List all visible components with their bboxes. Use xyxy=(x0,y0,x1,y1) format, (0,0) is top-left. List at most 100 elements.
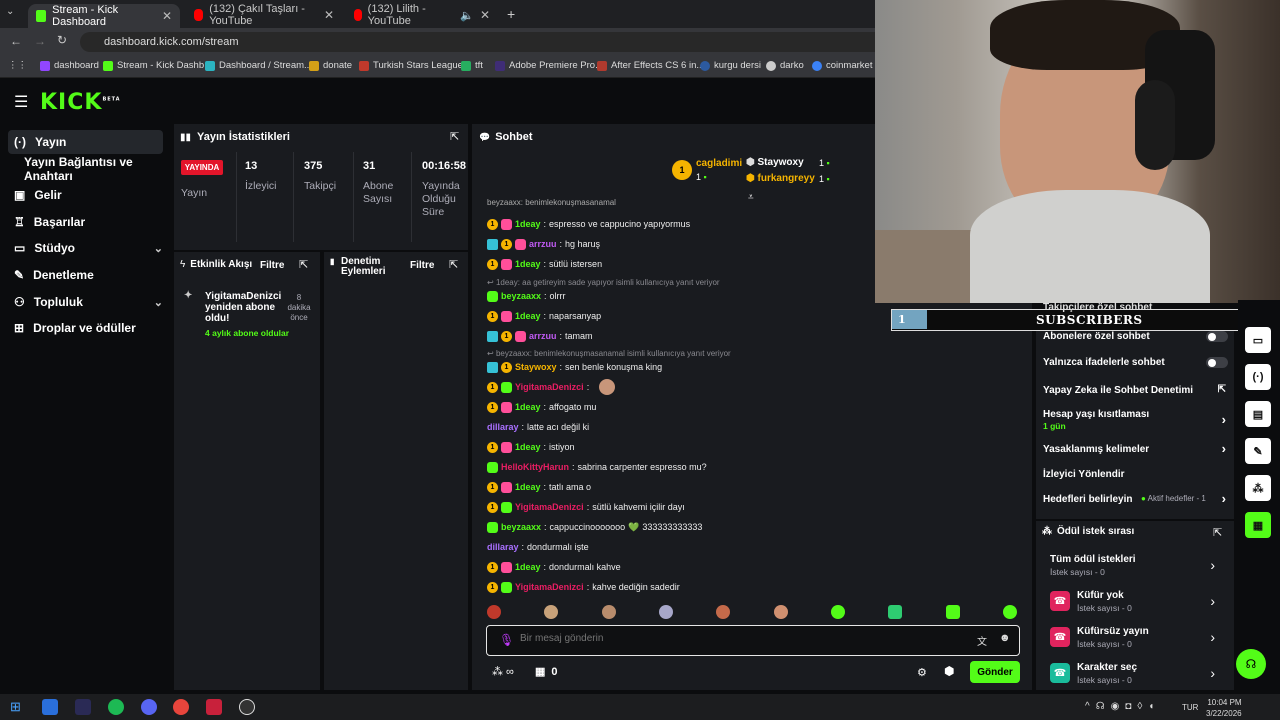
apps-icon[interactable]: ⋮⋮ xyxy=(8,60,27,71)
windows-start-icon[interactable]: ⊞ xyxy=(10,699,21,715)
subs-only-toggle[interactable] xyxy=(1206,331,1228,342)
chat-username[interactable]: Staywoxy xyxy=(515,362,557,372)
emotes-only-toggle[interactable] xyxy=(1206,357,1228,368)
channel-points[interactable]: ⁂ ∞ xyxy=(492,665,514,679)
emote-icon[interactable] xyxy=(544,605,559,619)
bookmark-item[interactable]: donate xyxy=(309,60,352,71)
tab-search-icon[interactable]: ⌄ xyxy=(6,6,14,17)
top-gifter-1[interactable]: cagladimi xyxy=(696,158,742,169)
kick-logo[interactable]: KICKBETA xyxy=(40,90,121,115)
system-tray-icons[interactable]: ^☊◉◘◊◖ xyxy=(1085,701,1160,712)
viewer-redirect-row[interactable]: İzleyici Yönlendir xyxy=(1043,468,1228,481)
spotify-icon[interactable] xyxy=(108,699,124,715)
emote-icon[interactable] xyxy=(945,605,960,619)
chat-username[interactable]: arrzuu xyxy=(529,239,557,249)
bookmark-item[interactable]: After Effects CS 6 in... xyxy=(597,60,704,71)
chrome-icon[interactable] xyxy=(173,699,189,715)
chevron-right-icon[interactable]: › xyxy=(1210,629,1215,645)
emote-icon[interactable] xyxy=(1002,605,1017,619)
goals-row[interactable]: Hedefleri belirleyin ● Aktif hedefler - … xyxy=(1043,491,1228,506)
discord-icon[interactable] xyxy=(141,699,157,715)
chat-username[interactable]: 1deay xyxy=(515,482,541,492)
reward-item[interactable]: ☎ Küfürsüz yayın İstek sayısı - 0 › xyxy=(1050,625,1225,649)
sidebar-item-yayin[interactable]: (·) Yayın xyxy=(8,130,163,154)
clock[interactable]: 10:04 PM 3/22/2026 xyxy=(1206,697,1242,719)
chat-username[interactable]: beyzaaxx xyxy=(501,291,541,301)
top-gifter-3[interactable]: ⬢ furkangreyy xyxy=(746,173,815,184)
forward-icon[interactable]: → xyxy=(34,34,46,48)
new-tab-icon[interactable]: + xyxy=(507,6,515,22)
bookmark-item[interactable]: Stream - Kick Dashb... xyxy=(103,60,212,71)
popout-icon[interactable]: ⇱ xyxy=(1213,526,1222,539)
wrench-tool-icon[interactable]: ✎ xyxy=(1245,438,1271,464)
microphone-icon[interactable]: 🎙 xyxy=(499,633,514,647)
chevron-right-icon[interactable]: › xyxy=(1210,593,1215,609)
tab-youtube-1[interactable]: (132) Çakıl Taşları - YouTube ✕ xyxy=(186,3,342,27)
reward-item[interactable]: ☎ Karakter seç İstek sayısı - 0 › xyxy=(1050,661,1225,685)
translate-icon[interactable]: 文 xyxy=(977,633,987,648)
reward-item[interactable]: ☎ Küfür yok İstek sayısı - 0 › xyxy=(1050,589,1225,613)
chat-input[interactable] xyxy=(520,633,920,644)
broadcast-tool-icon[interactable]: (·) xyxy=(1245,364,1271,390)
gift-counter[interactable]: ▦ 0 xyxy=(535,665,558,679)
chat-username[interactable]: YigitamaDenizci xyxy=(515,582,584,592)
clapper-tool-icon[interactable]: ▦ xyxy=(1245,512,1271,538)
tab-youtube-2[interactable]: (132) Lilith - YouTube 🔈 ✕ xyxy=(346,3,498,27)
top-gifter-2[interactable]: ⬢ Staywoxy xyxy=(746,157,804,168)
subs-only-row[interactable]: Abonelere özel sohbet xyxy=(1043,330,1228,343)
sidebar-item-droplar[interactable]: ⊞ Droplar ve ödüller xyxy=(8,316,163,340)
emote-icon[interactable] xyxy=(888,605,903,619)
chat-username[interactable]: 1deay xyxy=(515,259,541,269)
bookmark-item[interactable]: Dashboard / Stream... xyxy=(205,60,312,71)
emote-icon[interactable] xyxy=(487,605,501,619)
emote-icon[interactable] xyxy=(601,605,616,619)
sidebar-item-studyo[interactable]: ▭ Stüdyo ⌄ xyxy=(8,236,163,260)
chat-username[interactable]: beyzaaxx xyxy=(501,522,541,532)
bookmark-item[interactable]: dashboard xyxy=(40,60,99,71)
account-age-row[interactable]: Hesap yaşı kısıtlaması › xyxy=(1043,408,1228,427)
close-icon[interactable]: ✕ xyxy=(480,8,490,22)
help-icon[interactable]: ☊ xyxy=(1236,649,1266,679)
emoji-icon[interactable]: ☻ xyxy=(999,632,1011,644)
language-indicator[interactable]: TUR xyxy=(1182,703,1198,712)
popout-icon[interactable]: ⇱ xyxy=(299,258,308,271)
back-icon[interactable]: ← xyxy=(10,34,22,48)
obs-icon[interactable] xyxy=(239,699,255,715)
activity-filter-button[interactable]: Filtre xyxy=(260,260,284,271)
emote-icon[interactable] xyxy=(716,605,731,619)
emote-icon[interactable] xyxy=(773,605,788,619)
close-icon[interactable]: ✕ xyxy=(162,9,172,23)
clipboard-tool-icon[interactable]: ▤ xyxy=(1245,401,1271,427)
popout-icon[interactable]: ⇱ xyxy=(449,258,458,271)
bookmark-item[interactable]: coinmarket xyxy=(812,60,872,71)
sidebar-item-topluluk[interactable]: ⚇ Topluluk ⌄ xyxy=(8,290,163,314)
close-icon[interactable]: ✕ xyxy=(324,8,334,22)
emote-icon[interactable] xyxy=(830,605,845,619)
reward-all-row[interactable]: Tüm ödül istekleri İstek sayısı - 0 › xyxy=(1050,553,1225,577)
banned-words-row[interactable]: Yasaklanmış kelimeler › xyxy=(1043,441,1228,456)
chat-username[interactable]: 1deay xyxy=(515,562,541,572)
chat-input-box[interactable]: 🎙 文 ☻ xyxy=(486,625,1020,656)
chat-tool-icon[interactable]: ▭ xyxy=(1245,327,1271,353)
chat-username[interactable]: 1deay xyxy=(515,442,541,452)
chat-username[interactable]: YigitamaDenizci xyxy=(515,502,584,512)
chat-username[interactable]: dillaray xyxy=(487,542,519,552)
settings-icon[interactable]: ⚙ xyxy=(917,666,927,679)
chat-username[interactable]: HelloKittyHarun xyxy=(501,462,569,472)
chat-username[interactable]: dillaray xyxy=(487,422,519,432)
chat-username[interactable]: 1deay xyxy=(515,311,541,321)
send-button[interactable]: Gönder xyxy=(970,661,1020,683)
bookmark-item[interactable]: tft xyxy=(461,60,483,71)
app-icon[interactable] xyxy=(206,699,222,715)
chat-username[interactable]: YigitamaDenizci xyxy=(515,382,584,392)
tab-kick-dashboard[interactable]: Stream - Kick Dashboard ✕ xyxy=(28,4,180,28)
points-tool-icon[interactable]: ⁂ xyxy=(1245,475,1271,501)
chat-username[interactable]: 1deay xyxy=(515,402,541,412)
followers-only-row[interactable]: Takipçilere özel sohbet xyxy=(1043,302,1152,313)
chevron-right-icon[interactable]: › xyxy=(1210,665,1215,681)
sidebar-item-denetleme[interactable]: ✎ Denetleme xyxy=(8,263,163,287)
app-icon[interactable] xyxy=(75,699,91,715)
reload-icon[interactable]: ↻ xyxy=(57,33,67,47)
badge-icon[interactable]: ⬢ xyxy=(944,664,954,678)
app-icon[interactable] xyxy=(42,699,58,715)
